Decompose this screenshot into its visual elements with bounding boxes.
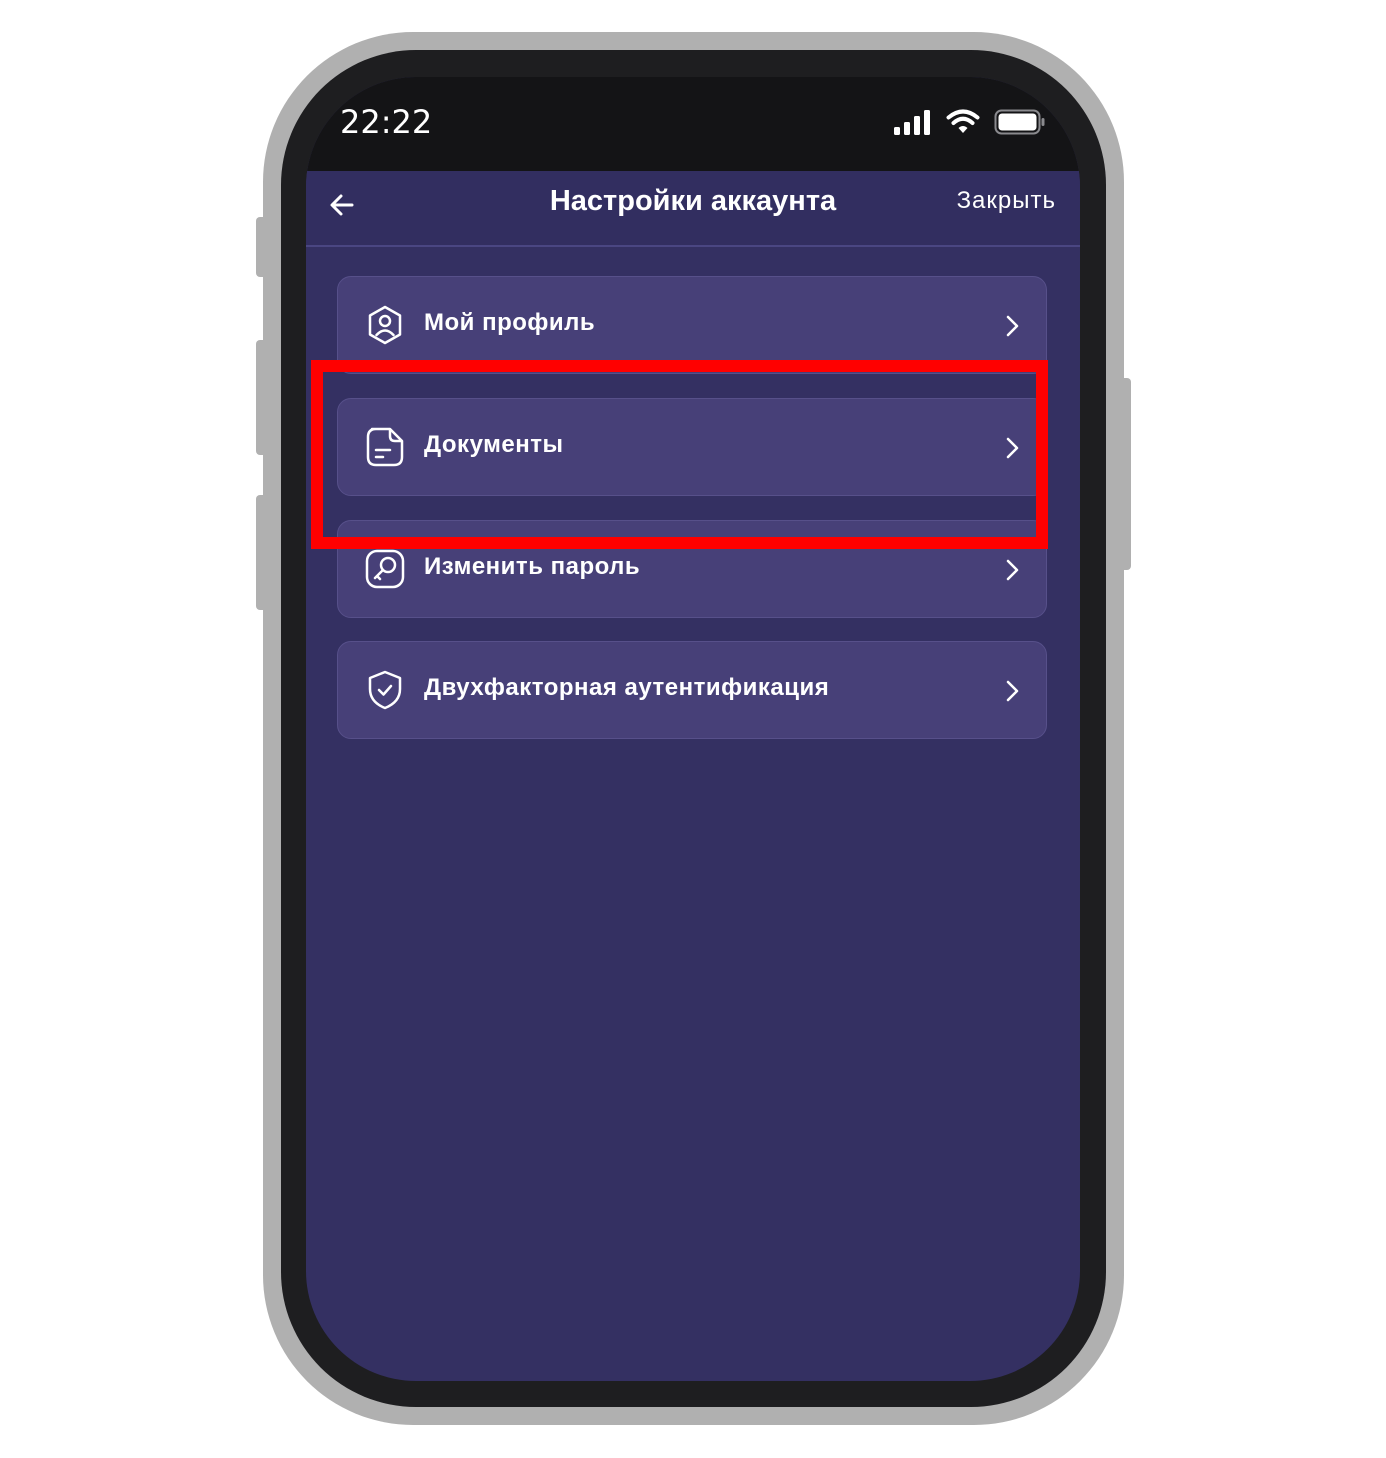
menu-item-my-profile[interactable]: Мой профиль: [337, 276, 1047, 374]
battery-icon: [994, 109, 1045, 135]
menu-item-documents[interactable]: Документы: [337, 398, 1047, 496]
close-button[interactable]: Закрыть: [957, 187, 1056, 215]
status-bar: 22:22: [306, 77, 1080, 171]
document-icon: [366, 427, 404, 467]
phone-screen: 22:22 Настройки аккаунта Закрыть Мой про…: [306, 77, 1080, 1381]
key-icon: [365, 549, 405, 589]
profile-icon: [368, 305, 402, 345]
menu-item-label: Документы: [424, 431, 564, 458]
signal-icon: [894, 110, 930, 135]
chevron-right-icon: [1006, 559, 1019, 581]
status-icons: [894, 109, 1046, 135]
chevron-right-icon: [1006, 437, 1019, 459]
menu-item-change-password[interactable]: Изменить пароль: [337, 520, 1047, 618]
status-time: 22:22: [340, 103, 433, 141]
phone-side-button-mute: [256, 217, 268, 277]
menu-item-label: Двухфакторная аутентификация: [424, 674, 830, 701]
phone-side-button-volume-down: [256, 495, 268, 610]
phone-side-button-volume-up: [256, 340, 268, 455]
menu-item-label: Мой профиль: [424, 309, 596, 336]
phone-side-button-power: [1119, 378, 1131, 570]
menu-item-label: Изменить пароль: [424, 553, 641, 580]
chevron-right-icon: [1006, 680, 1019, 702]
nav-bar: Настройки аккаунта Закрыть: [306, 171, 1080, 247]
wifi-icon: [946, 109, 980, 133]
shield-check-icon: [368, 670, 402, 710]
chevron-right-icon: [1006, 315, 1019, 337]
menu-item-two-factor-auth[interactable]: Двухфакторная аутентификация: [337, 641, 1047, 739]
